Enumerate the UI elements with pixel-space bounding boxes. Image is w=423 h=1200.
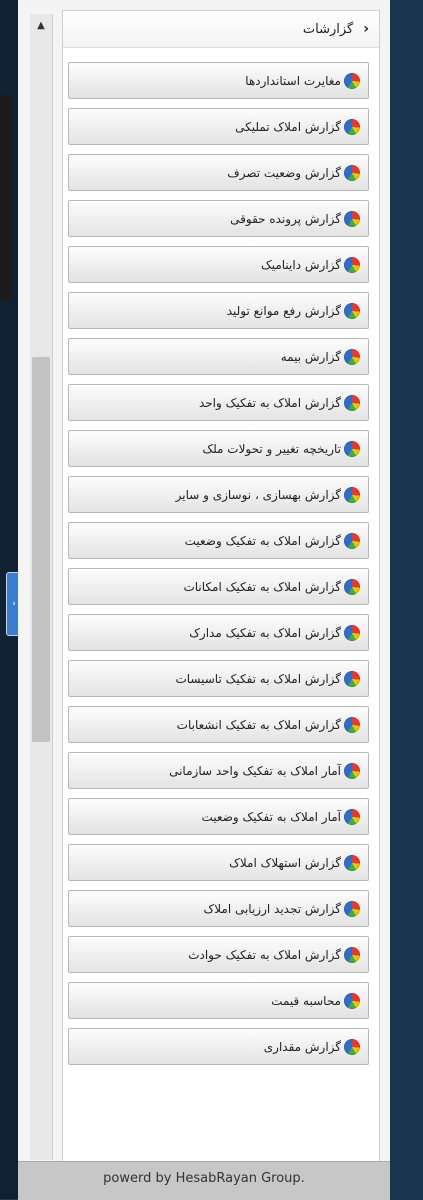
report-label: محاسبه قیمت — [271, 993, 341, 1008]
menu-title: گزارشات — [302, 21, 354, 37]
report-label: گزارش رفع موانع تولید — [226, 303, 341, 318]
report-list: مغایرت استانداردها گزارش املاک تملیکی گزار… — [63, 48, 379, 1065]
pie-chart-icon — [344, 302, 360, 319]
report-button[interactable]: گزارش بهسازی ، نوسازی و سایر — [68, 476, 369, 513]
pie-chart-icon — [344, 532, 360, 549]
pie-chart-icon — [344, 716, 360, 733]
report-button[interactable]: گزارش املاک به تفکیک وضعیت — [68, 522, 369, 559]
pie-chart-icon — [344, 992, 360, 1009]
report-label: گزارش تجدید ارزیابی املاک — [203, 901, 341, 916]
report-label: گزارش املاک به تفکیک تاسیسات — [175, 671, 341, 686]
report-label: آمار املاک به تفکیک وضعیت — [201, 809, 341, 824]
report-label: گزارش املاک به تفکیک حوادث — [188, 947, 341, 962]
report-label: گزارش املاک به تفکیک انشعابات — [176, 717, 341, 732]
pie-chart-icon — [344, 164, 360, 181]
report-button[interactable]: مغایرت استانداردها — [68, 62, 369, 99]
report-label: تاریخچه تغییر و تحولات ملک — [202, 441, 341, 456]
scrollbar[interactable]: ▲ — [30, 14, 53, 1160]
report-button[interactable]: گزارش املاک به تفکیک مدارک — [68, 614, 369, 651]
report-button[interactable]: گزارش املاک تملیکی — [68, 108, 369, 145]
report-button[interactable]: تاریخچه تغییر و تحولات ملک — [68, 430, 369, 467]
report-label: گزارش استهلاک املاک — [229, 855, 341, 870]
report-label: آمار املاک به تفکیک واحد سازمانی — [169, 763, 341, 778]
pie-chart-icon — [344, 946, 360, 963]
menu-header[interactable]: ‹ گزارشات — [63, 11, 379, 48]
scrollbar-thumb[interactable] — [32, 357, 50, 742]
report-label: گزارش املاک به تفکیک امکانات — [183, 579, 341, 594]
arrow-up-icon[interactable]: ▲ — [30, 14, 52, 36]
report-button[interactable]: گزارش مقداری — [68, 1028, 369, 1065]
pie-chart-icon — [344, 808, 360, 825]
report-button[interactable]: آمار املاک به تفکیک وضعیت — [68, 798, 369, 835]
pie-chart-icon — [344, 72, 360, 89]
report-label: گزارش بهسازی ، نوسازی و سایر — [175, 487, 341, 502]
footer: powerd by HesabRayan Group. — [18, 1161, 390, 1200]
report-button[interactable]: محاسبه قیمت — [68, 982, 369, 1019]
report-label: گزارش املاک تملیکی — [235, 119, 341, 134]
pie-chart-icon — [344, 578, 360, 595]
pie-chart-icon — [344, 348, 360, 365]
report-button[interactable]: گزارش تجدید ارزیابی املاک — [68, 890, 369, 927]
report-button[interactable]: گزارش املاک به تفکیک واحد — [68, 384, 369, 421]
report-label: گزارش داینامیک — [260, 257, 341, 272]
report-button[interactable]: گزارش استهلاک املاک — [68, 844, 369, 881]
pie-chart-icon — [344, 900, 360, 917]
report-button[interactable]: گزارش رفع موانع تولید — [68, 292, 369, 329]
report-button[interactable]: گزارش املاک به تفکیک امکانات — [68, 568, 369, 605]
report-button[interactable]: گزارش املاک به تفکیک انشعابات — [68, 706, 369, 743]
report-button[interactable]: گزارش املاک به تفکیک حوادث — [68, 936, 369, 973]
report-label: گزارش وضعیت تصرف — [227, 165, 341, 180]
chevron-left-icon[interactable]: ‹ — [363, 21, 369, 37]
report-button[interactable]: گزارش پرونده حقوقی — [68, 200, 369, 237]
report-button[interactable]: آمار املاک به تفکیک واحد سازمانی — [68, 752, 369, 789]
pie-chart-icon — [344, 118, 360, 135]
pie-chart-icon — [344, 1038, 360, 1055]
reports-menu: ‹ گزارشات مغایرت استانداردها گزارش املاک … — [62, 10, 380, 1162]
pie-chart-icon — [344, 440, 360, 457]
pie-chart-icon — [344, 210, 360, 227]
report-button[interactable]: گزارش داینامیک — [68, 246, 369, 283]
report-label: مغایرت استانداردها — [245, 73, 341, 88]
pie-chart-icon — [344, 670, 360, 687]
report-label: گزارش پرونده حقوقی — [230, 211, 341, 226]
pie-chart-icon — [344, 256, 360, 273]
pie-chart-icon — [344, 486, 360, 503]
pie-chart-icon — [344, 624, 360, 641]
report-button[interactable]: گزارش وضعیت تصرف — [68, 154, 369, 191]
report-label: گزارش املاک به تفکیک مدارک — [189, 625, 341, 640]
pie-chart-icon — [344, 762, 360, 779]
report-label: گزارش مقداری — [263, 1039, 341, 1054]
left-dark-panel — [0, 95, 12, 300]
pie-chart-icon — [344, 854, 360, 871]
report-label: گزارش املاک به تفکیک وضعیت — [184, 533, 341, 548]
right-background — [390, 0, 423, 1199]
footer-text: powerd by HesabRayan Group. — [103, 1171, 305, 1186]
report-button[interactable]: گزارش املاک به تفکیک تاسیسات — [68, 660, 369, 697]
report-button[interactable]: گزارش بیمه — [68, 338, 369, 375]
pie-chart-icon — [344, 394, 360, 411]
report-label: گزارش بیمه — [280, 349, 341, 364]
report-label: گزارش املاک به تفکیک واحد — [198, 395, 341, 410]
reports-panel: ▲ ‹ گزارشات مغایرت استانداردها گزارش املا… — [18, 0, 390, 1200]
